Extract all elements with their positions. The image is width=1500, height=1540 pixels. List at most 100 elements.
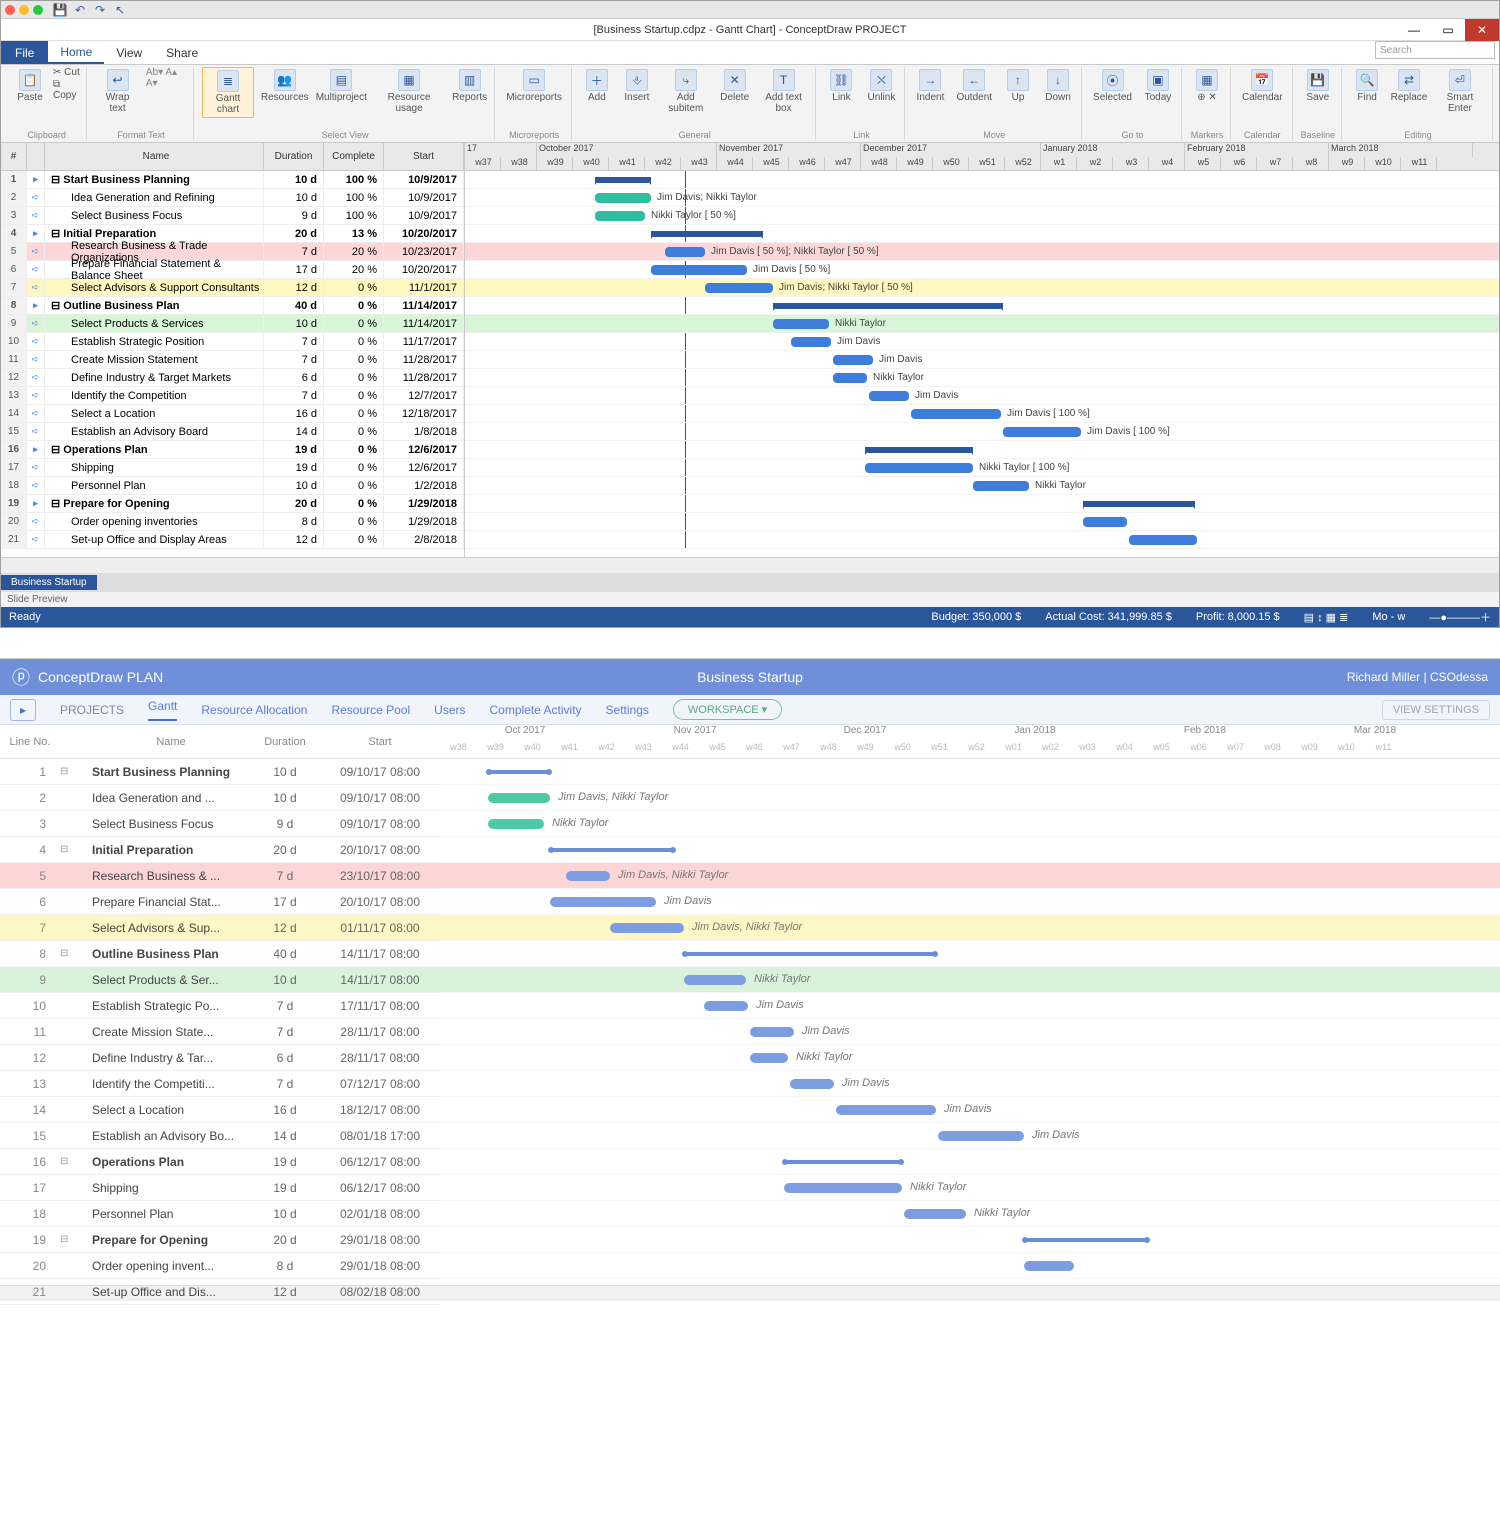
gantt-bar[interactable] — [1129, 535, 1197, 545]
nav-resource-allocation[interactable]: Resource Allocation — [201, 703, 307, 717]
gantt-bar[interactable]: Jim Davis; Nikki Taylor — [595, 193, 651, 203]
plan-gantt-bar[interactable]: Nikki Taylor — [904, 1209, 966, 1219]
microreports-button[interactable]: ▭Microreports — [503, 67, 565, 106]
search-input[interactable]: Search — [1375, 41, 1495, 59]
view-tab[interactable]: View — [104, 41, 154, 64]
workspace-dropdown[interactable]: WORKSPACE ▾ — [673, 699, 782, 720]
gantt-bar[interactable]: Nikki Taylor [ 100 %] — [865, 463, 973, 473]
plan-gantt-bar[interactable]: Jim Davis — [836, 1105, 936, 1115]
gantt-bar[interactable]: Nikki Taylor — [773, 319, 829, 329]
plan-task-row[interactable]: 16 ⊟ Operations Plan 19 d 06/12/17 08:00 — [0, 1149, 440, 1175]
task-row[interactable]: 21 ➪ Set-up Office and Display Areas 12 … — [1, 531, 464, 549]
gantt-bar[interactable]: Jim Davis [ 50 %]; Nikki Taylor [ 50 %] — [665, 247, 705, 257]
plan-gantt-chart[interactable]: Oct 2017Nov 2017Dec 2017Jan 2018Feb 2018… — [440, 725, 1500, 1285]
nav-resource-pool[interactable]: Resource Pool — [331, 703, 410, 717]
plan-task-row[interactable]: 2 Idea Generation and ... 10 d 09/10/17 … — [0, 785, 440, 811]
task-row[interactable]: 10 ➪ Establish Strategic Position 7 d 0 … — [1, 333, 464, 351]
gantt-bar[interactable] — [595, 177, 651, 183]
insert-button[interactable]: ⎀Insert — [620, 67, 654, 116]
baseline-save-button[interactable]: 💾Save — [1301, 67, 1335, 106]
task-row[interactable]: 18 ➪ Personnel Plan 10 d 0 % 1/2/2018 — [1, 477, 464, 495]
gantt-bar[interactable] — [1083, 501, 1195, 507]
nav-complete-activity[interactable]: Complete Activity — [490, 703, 582, 717]
down-button[interactable]: ↓Down — [1041, 67, 1075, 106]
plan-task-row[interactable]: 14 Select a Location 16 d 18/12/17 08:00 — [0, 1097, 440, 1123]
home-tab[interactable]: Home — [48, 41, 104, 64]
sidebar-toggle-button[interactable]: ▸ — [10, 699, 36, 721]
gantt-chart-button[interactable]: ≣Gantt chart — [202, 67, 255, 118]
plan-gantt-bar[interactable]: Jim Davis, Nikki Taylor — [566, 871, 610, 881]
win-min-button[interactable]: — — [1397, 19, 1431, 41]
gantt-bar[interactable] — [1083, 517, 1127, 527]
replace-button[interactable]: ⇄Replace — [1390, 67, 1428, 116]
plan-task-row[interactable]: 12 Define Industry & Tar... 6 d 28/11/17… — [0, 1045, 440, 1071]
smart-enter-button[interactable]: ⏎Smart Enter — [1434, 67, 1486, 116]
plan-gantt-bar[interactable] — [684, 952, 936, 956]
plan-gantt-bar[interactable]: Nikki Taylor — [684, 975, 746, 985]
cut-button[interactable]: ✂ Cut — [53, 67, 80, 78]
task-row[interactable]: 11 ➪ Create Mission Statement 7 d 0 % 11… — [1, 351, 464, 369]
delete-button[interactable]: ✕Delete — [718, 67, 752, 116]
plan-gantt-bar[interactable]: Jim Davis — [750, 1027, 794, 1037]
task-row[interactable]: 7 ➪ Select Advisors & Support Consultant… — [1, 279, 464, 297]
plan-gantt-bar[interactable]: Jim Davis, Nikki Taylor — [488, 793, 550, 803]
plan-task-row[interactable]: 13 Identify the Competiti... 7 d 07/12/1… — [0, 1071, 440, 1097]
gantt-bar[interactable] — [773, 303, 1003, 309]
plan-task-row[interactable]: 9 Select Products & Ser... 10 d 14/11/17… — [0, 967, 440, 993]
view-settings-button[interactable]: VIEW SETTINGS — [1382, 700, 1490, 720]
plan-task-row[interactable]: 3 Select Business Focus 9 d 09/10/17 08:… — [0, 811, 440, 837]
zoom-label[interactable]: Mo - w — [1372, 611, 1405, 623]
plan-gantt-bar[interactable]: Nikki Taylor — [784, 1183, 902, 1193]
task-row[interactable]: 6 ➪ Prepare Financial Statement & Balanc… — [1, 261, 464, 279]
up-button[interactable]: ↑Up — [1001, 67, 1035, 106]
plan-task-row[interactable]: 4 ⊟ Initial Preparation 20 d 20/10/17 08… — [0, 837, 440, 863]
plan-gantt-bar[interactable]: Jim Davis — [550, 897, 656, 907]
mac-max-icon[interactable] — [33, 5, 43, 15]
gantt-bar[interactable]: Jim Davis; Nikki Taylor [ 50 %] — [705, 283, 773, 293]
plan-task-row[interactable]: 7 Select Advisors & Sup... 12 d 01/11/17… — [0, 915, 440, 941]
task-row[interactable]: 9 ➪ Select Products & Services 10 d 0 % … — [1, 315, 464, 333]
gantt-bar[interactable] — [651, 231, 763, 237]
resource-usage-button[interactable]: ▦Resource usage — [373, 67, 445, 118]
win-max-button[interactable]: ▭ — [1431, 19, 1465, 41]
resources-button[interactable]: 👥Resources — [260, 67, 309, 118]
task-row[interactable]: 2 ➪ Idea Generation and Refining 10 d 10… — [1, 189, 464, 207]
wrap-text-button[interactable]: ↩Wrap text — [95, 67, 140, 116]
share-tab[interactable]: Share — [154, 41, 210, 64]
task-grid[interactable]: # Name Duration Complete Start 1 ▸ ⊟ Sta… — [1, 143, 465, 557]
plan-task-row[interactable]: 1 ⊟ Start Business Planning 10 d 09/10/1… — [0, 759, 440, 785]
status-icons[interactable]: ▤ ↕ ▦ ≣ — [1304, 611, 1349, 624]
plan-task-row[interactable]: 11 Create Mission State... 7 d 28/11/17 … — [0, 1019, 440, 1045]
paste-button[interactable]: 📋Paste — [13, 67, 47, 106]
gantt-bar[interactable]: Jim Davis — [833, 355, 873, 365]
gantt-bar[interactable]: Jim Davis [ 50 %] — [651, 265, 747, 275]
outdent-button[interactable]: ←Outdent — [953, 67, 995, 106]
zoom-slider[interactable]: —●———＋ — [1429, 609, 1491, 625]
plan-task-row[interactable]: 10 Establish Strategic Po... 7 d 17/11/1… — [0, 993, 440, 1019]
plan-task-row[interactable]: 6 Prepare Financial Stat... 17 d 20/10/1… — [0, 889, 440, 915]
gantt-chart[interactable]: 17October 2017November 2017December 2017… — [465, 143, 1499, 557]
add-subitem-button[interactable]: ⤷Add subitem — [660, 67, 712, 116]
gantt-bar[interactable]: Jim Davis [ 100 %] — [911, 409, 1001, 419]
win-close-button[interactable]: ✕ — [1465, 19, 1499, 41]
nav-projects[interactable]: PROJECTS — [60, 703, 124, 717]
plan-task-row[interactable]: 21 Set-up Office and Dis... 12 d 08/02/1… — [0, 1279, 440, 1305]
plan-gantt-bar[interactable] — [550, 848, 674, 852]
task-row[interactable]: 15 ➪ Establish an Advisory Board 14 d 0 … — [1, 423, 464, 441]
markers-button[interactable]: ▦⊕ ✕ — [1190, 67, 1224, 106]
plan-gantt-bar[interactable] — [1024, 1238, 1148, 1242]
copy-button[interactable]: ⧉ Copy — [53, 79, 80, 101]
add-button[interactable]: ＋Add — [580, 67, 614, 116]
plan-task-row[interactable]: 5 Research Business & ... 7 d 23/10/17 0… — [0, 863, 440, 889]
task-row[interactable]: 19 ▸ ⊟ Prepare for Opening 20 d 0 % 1/29… — [1, 495, 464, 513]
gantt-bar[interactable]: Jim Davis — [869, 391, 909, 401]
gantt-bar[interactable]: Nikki Taylor — [973, 481, 1029, 491]
plan-task-row[interactable]: 17 Shipping 19 d 06/12/17 08:00 — [0, 1175, 440, 1201]
gantt-bar[interactable]: Nikki Taylor [ 50 %] — [595, 211, 645, 221]
add-textbox-button[interactable]: TAdd text box — [758, 67, 810, 116]
find-button[interactable]: 🔍Find — [1350, 67, 1384, 116]
link-button[interactable]: ⛓Link — [824, 67, 858, 106]
plan-gantt-bar[interactable]: Nikki Taylor — [750, 1053, 788, 1063]
plan-task-row[interactable]: 8 ⊟ Outline Business Plan 40 d 14/11/17 … — [0, 941, 440, 967]
plan-gantt-bar[interactable]: Jim Davis — [790, 1079, 834, 1089]
